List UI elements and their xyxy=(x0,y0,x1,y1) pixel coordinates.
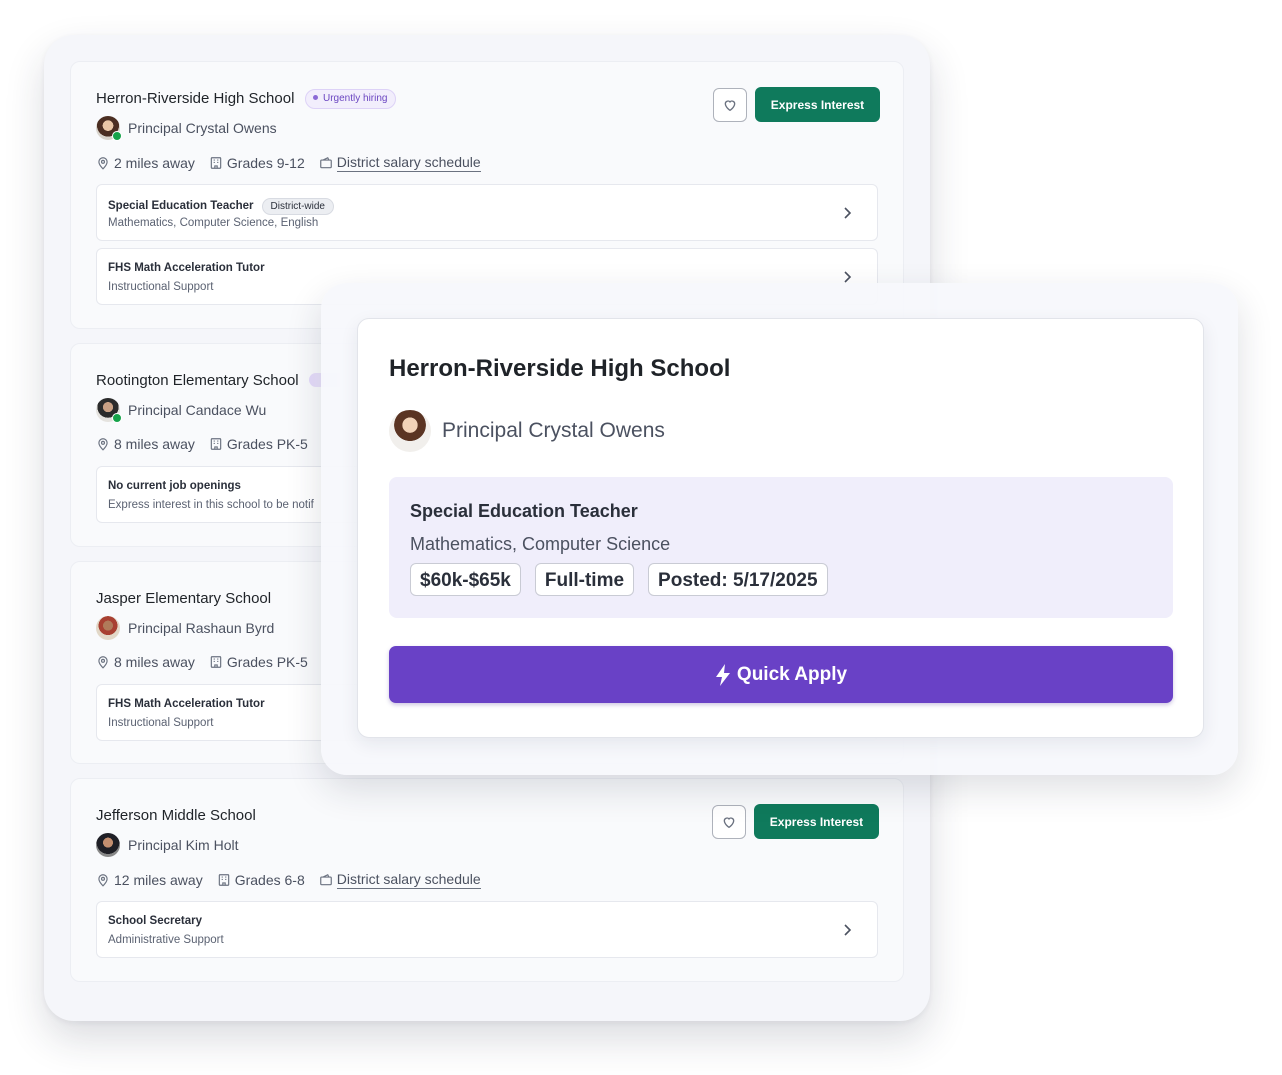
school-building-icon xyxy=(210,656,222,668)
district-wide-tag: District-wide xyxy=(261,198,334,215)
heart-icon xyxy=(724,100,736,112)
wallet-icon xyxy=(319,873,332,886)
map-pin-icon xyxy=(98,438,108,451)
job-title: School Secretary xyxy=(108,915,202,927)
grades-text: Grades 6-8 xyxy=(234,872,305,888)
principal-row: Principal Candace Wu xyxy=(96,397,266,423)
principal-name: Principal Rashaun Byrd xyxy=(128,620,275,636)
avatar xyxy=(389,410,431,452)
distance: 8 miles away xyxy=(96,654,195,670)
status-dot-icon xyxy=(313,94,318,100)
distance: 2 miles away xyxy=(96,155,195,171)
favorite-button[interactable] xyxy=(712,805,746,839)
school-meta: 8 miles away Grades PK-5 xyxy=(96,436,322,452)
school-card-jefferson[interactable]: Jefferson Middle School Principal Kim Ho… xyxy=(70,778,904,982)
grades: Grades PK-5 xyxy=(209,654,308,670)
quick-apply-popover: Herron-Riverside High School Principal C… xyxy=(357,318,1204,738)
popover-principal-row: Principal Crystal Owens xyxy=(389,410,665,452)
school-meta: 8 miles away Grades PK-5 xyxy=(96,654,322,670)
salary-link-text[interactable]: District salary schedule xyxy=(336,871,481,889)
map-pin-icon xyxy=(98,157,108,170)
grades-text: Grades 9-12 xyxy=(226,155,305,171)
principal-name: Principal Crystal Owens xyxy=(128,120,277,136)
distance-text: 8 miles away xyxy=(114,436,195,452)
school-meta: 2 miles away Grades 9-12 District salary… xyxy=(96,154,495,172)
online-indicator xyxy=(112,413,122,423)
salary-chip: $60k-$65k xyxy=(410,563,521,596)
heart-icon xyxy=(723,817,735,829)
popover-job-summary: Special Education Teacher Mathematics, C… xyxy=(389,477,1173,618)
lightning-icon xyxy=(715,663,730,686)
job-title: Special Education Teacher District-wide xyxy=(108,198,334,215)
job-row[interactable]: Special Education Teacher District-wide M… xyxy=(96,184,878,241)
grades-text: Grades PK-5 xyxy=(226,654,308,670)
principal-row: Principal Kim Holt xyxy=(96,832,238,858)
urgently-hiring-badge: Urgently hiring xyxy=(305,89,397,109)
job-title: No current job openings xyxy=(108,480,241,492)
principal-name: Principal Candace Wu xyxy=(128,402,267,418)
school-name[interactable]: Jefferson Middle School xyxy=(96,807,256,824)
popover-job-subjects: Mathematics, Computer Science xyxy=(410,534,671,554)
job-subtitle: Express interest in this school to be no… xyxy=(108,499,314,511)
grades: Grades 9-12 xyxy=(209,155,305,171)
avatar xyxy=(96,833,120,857)
posted-date-chip: Posted: 5/17/2025 xyxy=(648,563,828,596)
quick-apply-button[interactable]: Quick Apply xyxy=(389,646,1173,703)
grades-text: Grades PK-5 xyxy=(226,436,308,452)
map-pin-icon xyxy=(98,656,108,669)
school-name[interactable]: Jasper Elementary School xyxy=(96,590,271,607)
salary-schedule-link[interactable]: District salary schedule xyxy=(319,871,481,889)
distance: 12 miles away xyxy=(96,872,203,888)
employment-type-chip: Full-time xyxy=(534,563,635,596)
online-indicator xyxy=(112,131,122,141)
school-meta: 12 miles away Grades 6-8 District salary… xyxy=(96,871,495,889)
distance: 8 miles away xyxy=(96,436,195,452)
badge-label: Urgently hiring xyxy=(323,93,388,104)
grades: Grades 6-8 xyxy=(217,872,305,888)
wallet-icon xyxy=(319,156,332,169)
job-row[interactable]: School Secretary Administrative Support xyxy=(96,901,878,958)
job-subtitle: Administrative Support xyxy=(108,934,224,946)
job-subtitle: Instructional Support xyxy=(108,717,214,729)
school-building-icon xyxy=(210,157,222,169)
job-subtitle: Mathematics, Computer Science, English xyxy=(108,217,319,229)
popover-job-chips: $60k-$65k Full-time Posted: 5/17/2025 xyxy=(410,563,842,596)
distance-text: 2 miles away xyxy=(114,155,195,171)
chevron-right-icon[interactable] xyxy=(841,270,853,284)
grades: Grades PK-5 xyxy=(209,436,308,452)
express-interest-button[interactable]: Express Interest xyxy=(755,87,880,122)
favorite-button[interactable] xyxy=(713,88,747,122)
distance-text: 8 miles away xyxy=(114,654,195,670)
job-title-text: Special Education Teacher xyxy=(108,200,254,212)
chevron-right-icon[interactable] xyxy=(841,206,853,220)
job-title: FHS Math Acceleration Tutor xyxy=(108,698,265,710)
avatar xyxy=(96,398,122,423)
salary-schedule-link[interactable]: District salary schedule xyxy=(319,154,481,172)
principal-name: Principal Kim Holt xyxy=(128,837,239,853)
popover-principal-name: Principal Crystal Owens xyxy=(442,419,665,442)
school-building-icon xyxy=(218,874,229,886)
avatar xyxy=(96,616,120,640)
school-name[interactable]: Rootington Elementary School xyxy=(96,372,299,389)
job-title: FHS Math Acceleration Tutor xyxy=(108,262,265,274)
popover-job-title: Special Education Teacher xyxy=(410,501,638,521)
map-pin-icon xyxy=(98,874,108,887)
principal-row: Principal Rashaun Byrd xyxy=(96,615,274,641)
popover-school-name: Herron-Riverside High School xyxy=(389,355,731,382)
avatar xyxy=(96,116,122,141)
salary-link-text[interactable]: District salary schedule xyxy=(336,154,481,172)
job-subtitle: Instructional Support xyxy=(108,281,214,293)
chevron-right-icon[interactable] xyxy=(841,923,853,937)
distance-text: 12 miles away xyxy=(114,872,203,888)
school-name[interactable]: Herron-Riverside High School xyxy=(96,90,294,107)
school-building-icon xyxy=(210,438,222,450)
quick-apply-label: Quick Apply xyxy=(736,663,848,685)
principal-row: Principal Crystal Owens xyxy=(96,115,277,141)
express-interest-button[interactable]: Express Interest xyxy=(754,804,879,839)
